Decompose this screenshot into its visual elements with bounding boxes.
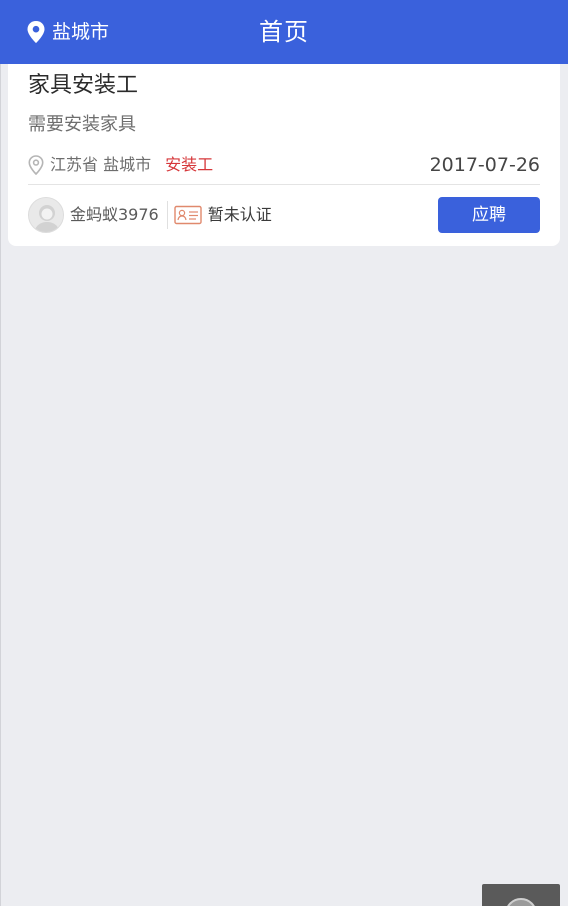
publisher-name: 金蚂蚁3976 [70,205,159,224]
location-pin-icon [28,155,44,175]
apply-button[interactable]: 应聘 [438,197,540,233]
page-title: 首页 [259,18,309,46]
home-page: 盐城市 首页 家具安装工 需要安装家具 江苏省 盐城市 安装工 2017-07-… [0,0,568,906]
id-card-icon [174,205,202,225]
top-nav-bar: 盐城市 首页 [0,0,568,64]
job-region: 江苏省 盐城市 [50,155,152,174]
certification-status: 暂未认证 [207,205,272,224]
avatar[interactable] [28,197,64,233]
job-card[interactable]: 家具安装工 需要安装家具 江苏省 盐城市 安装工 2017-07-26 金蚂蚁3… [8,64,560,246]
job-date: 2017-07-26 [429,154,540,176]
default-avatar-icon [29,198,63,232]
job-meta-row: 江苏省 盐城市 安装工 2017-07-26 [28,152,540,178]
assist-knob-icon [505,898,537,906]
left-edge-divider [0,64,1,906]
publisher-row: 金蚂蚁3976 暂未认证 应聘 [28,196,540,234]
job-category-tag: 安装工 [165,155,214,174]
publisher-divider [166,201,168,229]
job-title: 家具安装工 [28,73,139,98]
card-divider [28,184,540,185]
floating-assist-button[interactable] [482,884,560,906]
job-description: 需要安装家具 [28,114,136,135]
